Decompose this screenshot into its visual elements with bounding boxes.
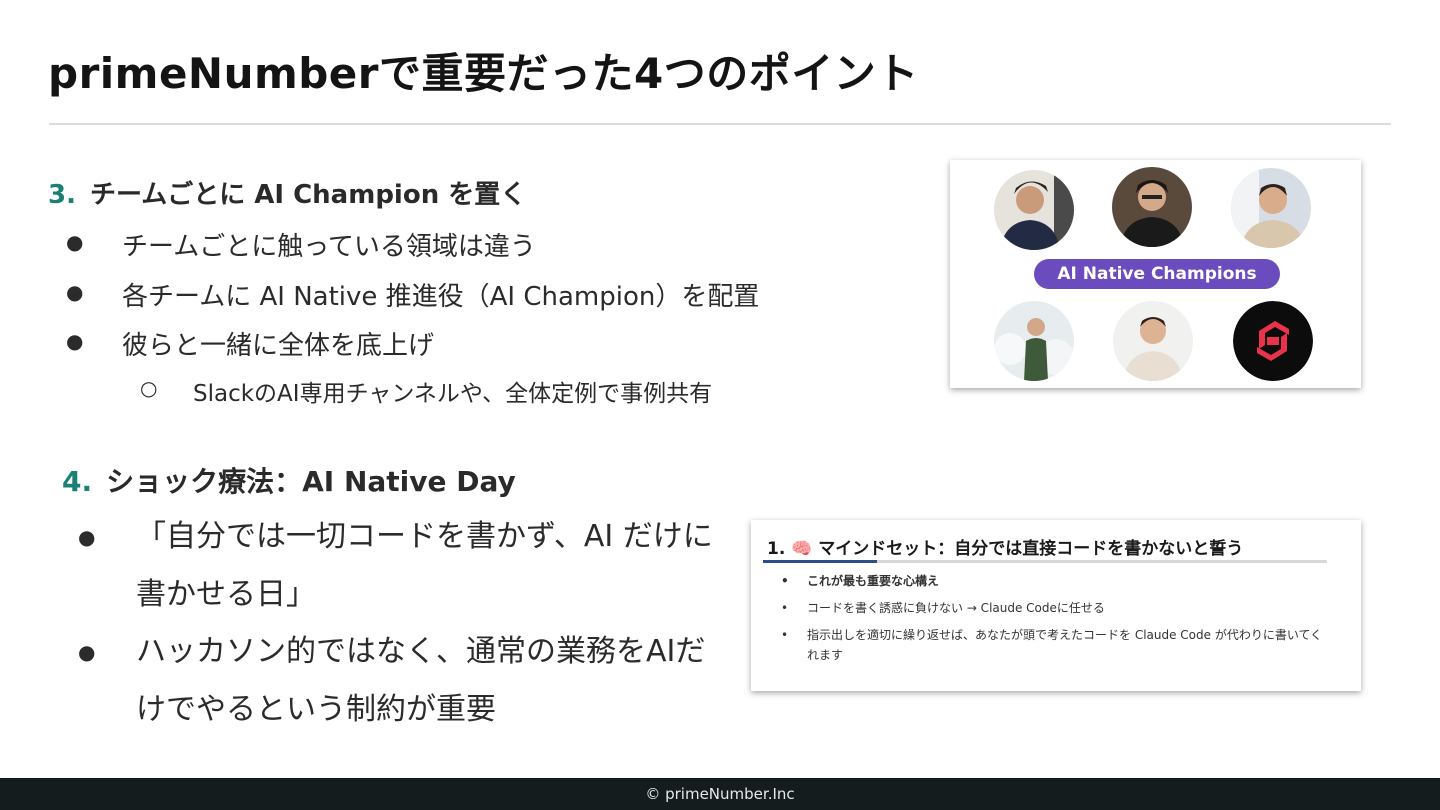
avatar [994,170,1074,250]
bullet-icon: ● [78,525,96,549]
bullet-icon: ● [78,640,96,664]
list-item-text: ハッカソン的ではなく、通常の業務をAIだけでやるという制約が重要 [136,634,706,727]
doc-list-item-text: これが最も重要な心構え [807,574,940,588]
list-item-text: 彼らと一緒に全体を底上げ [122,331,435,361]
doc-list-item-text: 指示出しを適切に繰り返せば、あなたが頭で考えたコードを Claude Code … [807,628,1323,662]
doc-bullet-icon: • [781,574,789,588]
section-4-heading: 4. ショック療法：AI Native Day [62,460,516,500]
bullet-icon: ● [66,329,84,353]
doc-bullet-icon: • [781,628,789,642]
sub-bullet-icon: ○ [140,376,158,400]
title-divider [49,123,1391,125]
doc-list-item-text: コードを書く誘惑に負けない → Claude Codeに任せる [807,601,1105,615]
bullet-icon: ● [66,230,84,254]
doc-heading: 1. 🧠 マインドセット：自分では直接コードを書かないと誓う [767,539,1244,559]
section-3-title: チームごとに AI Champion を置く [89,180,527,210]
avatar [1231,168,1311,248]
list-item-text: チームごとに触っている領域は違う [122,232,536,262]
avatar [1112,167,1192,247]
section-3-number: 3. [48,180,76,210]
section-4-title: ショック療法：AI Native Day [106,465,516,498]
slide-title: primeNumberで重要だった4つのポイント [48,49,919,98]
avatar [1113,301,1193,381]
avatar [994,301,1074,381]
bullet-icon: ● [66,280,84,304]
footer-copyright: © primeNumber.Inc [0,778,1440,810]
champions-banner: AI Native Champions [1034,259,1280,289]
doc-bullet-icon: • [781,601,789,615]
list-item-text: 各チームに AI Native 推進役（AI Champion）を配置 [122,282,760,312]
section-3-heading: 3. チームごとに AI Champion を置く [48,174,526,211]
champions-image: AI Native Champions [950,160,1361,388]
doc-heading-underline-accent [763,560,877,563]
sub-list-item-text: SlackのAI専用チャンネルや、全体定例で事例共有 [193,381,713,407]
section-4-number: 4. [62,465,93,498]
list-item-text: 「自分では一切コードを書かず、AI だけに書かせる日」 [136,519,713,612]
primenumber-logo-icon [1233,301,1313,381]
mindset-doc-image: 1. 🧠 マインドセット：自分では直接コードを書かないと誓う • これが最も重要… [751,520,1361,691]
